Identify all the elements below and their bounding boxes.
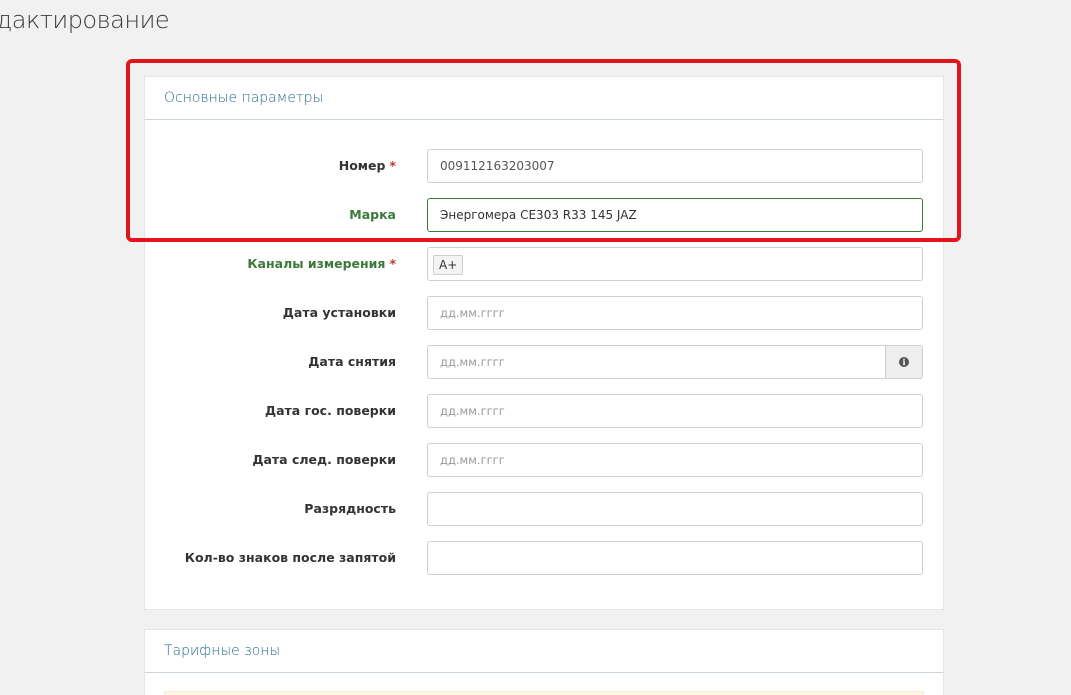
digit-capacity-input[interactable] (427, 492, 923, 526)
form-row-number: Номер * 009112163203007 (145, 149, 943, 183)
form-row-state-verification-date: Дата гос. поверки дд.мм.гггг (145, 394, 943, 428)
install-date-input[interactable]: дд.мм.гггг (427, 296, 923, 330)
field-label-state-verification-date: Дата гос. поверки (264, 403, 396, 418)
main-parameters-panel: Основные параметры Номер * 00911216320300… (144, 76, 944, 610)
form-row-next-verification-date: Дата след. поверки дд.мм.гггг (145, 443, 943, 477)
field-label-brand: Марка (349, 207, 396, 222)
field-label-install-date: Дата установки (282, 305, 396, 320)
form-row-channels: Каналы измерения * A+ (145, 247, 943, 281)
removal-date-input[interactable]: дд.мм.гггг (427, 345, 886, 379)
page-title: дактирование (0, 6, 170, 34)
state-verification-date-input[interactable]: дд.мм.гггг (427, 394, 923, 428)
required-marker: * (389, 256, 396, 271)
placeholder-text: дд.мм.гггг (440, 306, 505, 320)
required-marker: * (389, 158, 396, 173)
panel-heading: Тарифные зоны (145, 630, 943, 673)
form-row-decimal-places: Кол-во знаков после запятой (145, 541, 943, 575)
channel-tag-a-plus[interactable]: A+ (433, 255, 464, 275)
next-verification-date-input[interactable]: дд.мм.гггг (427, 443, 923, 477)
field-label-next-verification-date: Дата след. поверки (252, 452, 396, 467)
placeholder-text: дд.мм.гггг (440, 404, 505, 418)
field-label-channels: Каналы измерения * (247, 256, 396, 271)
field-label-text: Номер (338, 158, 386, 173)
channels-select[interactable]: A+ (427, 247, 923, 281)
form-row-digit-capacity: Разрядность (145, 492, 943, 526)
removal-date-info-button[interactable]: i (886, 345, 923, 379)
form-row-install-date: Дата установки дд.мм.гггг (145, 296, 943, 330)
panel-heading: Основные параметры (145, 77, 943, 120)
field-label-removal-date: Дата снятия (308, 354, 396, 369)
form-row-brand: Марка Энергомера CE303 R33 145 JAZ (145, 198, 943, 232)
tariff-zones-panel: Тарифные зоны (144, 629, 944, 695)
decimal-places-input[interactable] (427, 541, 923, 575)
info-icon: i (899, 357, 909, 367)
placeholder-text: дд.мм.гггг (440, 355, 505, 369)
form-row-removal-date: Дата снятия дд.мм.гггг i (145, 345, 943, 379)
field-label-text: Каналы измерения (247, 256, 386, 271)
number-input[interactable]: 009112163203007 (427, 149, 923, 183)
field-label-decimal-places: Кол-во знаков после запятой (184, 550, 396, 565)
tariff-alert (164, 691, 924, 695)
field-label-digit-capacity: Разрядность (304, 501, 396, 516)
brand-input[interactable]: Энергомера CE303 R33 145 JAZ (427, 198, 923, 232)
field-label-number: Номер * (339, 158, 396, 173)
placeholder-text: дд.мм.гггг (440, 453, 505, 467)
